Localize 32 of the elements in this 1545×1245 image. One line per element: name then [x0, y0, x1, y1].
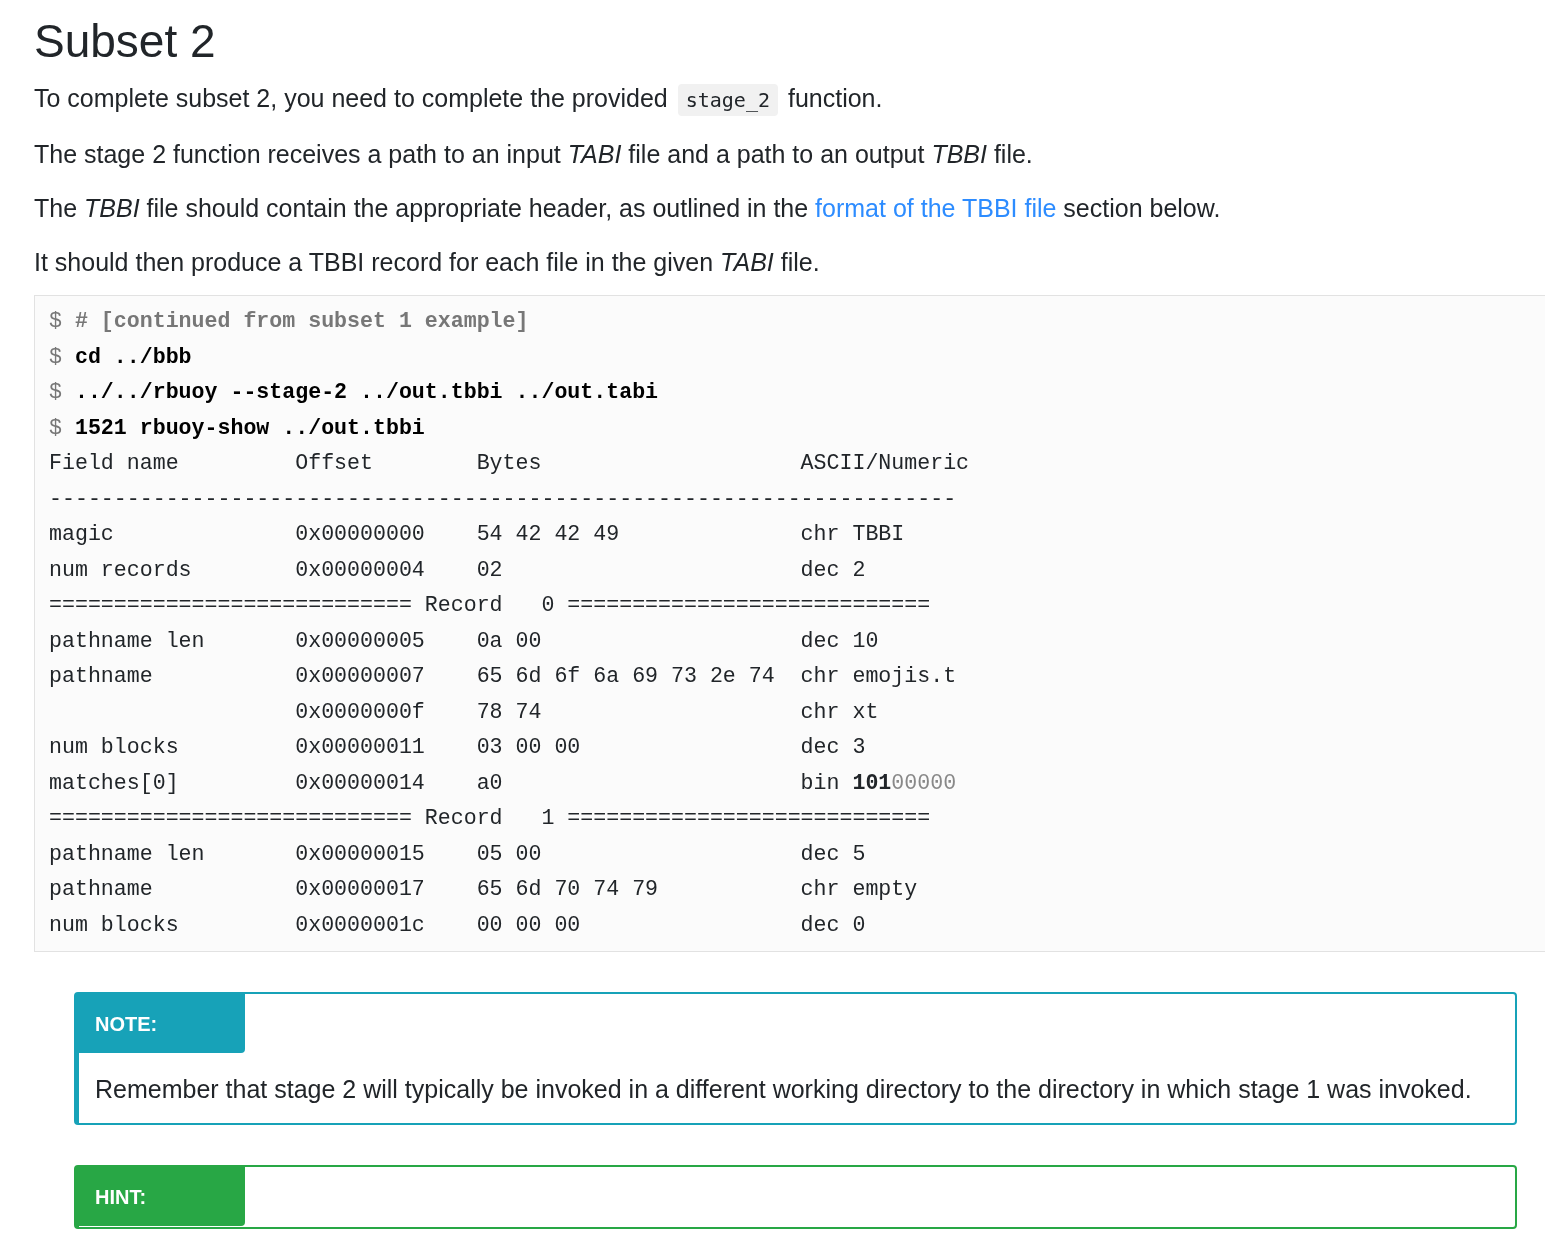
- paragraph: The TBBI file should contain the appropriate header, as outlined in the format of the TBBI file section below.: [34, 193, 1222, 225]
- output-line: num records 0x00000004 02 dec 2: [49, 556, 867, 584]
- output-line: ============================ Record 1 ============================: [49, 805, 932, 833]
- inline-code: stage_2: [677, 84, 778, 117]
- paragraph: To complete subset 2, you need to complete the provided stage_2 function.: [34, 81, 1545, 118]
- output-line: Field name Offset Bytes ASCII/Numeric: [49, 450, 971, 478]
- paragraph: The stage 2 function receives a path to an input TABI file and a path to an output TBBI file.: [34, 139, 1034, 171]
- output-line: pathname 0x00000007 65 6d 6f 6a 69 73 2e 74 chr emojis.t: [49, 663, 958, 691]
- output-line: num blocks 0x0000001c 00 00 00 dec 0: [49, 911, 867, 939]
- code-comment: # [continued from subset 1 example]: [74, 309, 529, 334]
- prompt-symbol: $: [49, 309, 62, 334]
- section-link[interactable]: format of the TBBI file: [815, 194, 1057, 223]
- paragraph: It should then produce a TBBI record for each file in the given TABI file.: [34, 247, 821, 279]
- prompt-symbol: $: [49, 415, 62, 440]
- output-line: ============================ Record 0 ============================: [49, 592, 932, 620]
- prompt-symbol: $: [49, 380, 62, 405]
- shell-command: 1521 rbuoy-show ../out.tbbi: [74, 415, 425, 440]
- shell-command: ../../rbuoy --stage-2 ../out.tbbi ../out.tabi: [74, 380, 659, 405]
- shell-command: cd ../bbb: [74, 344, 192, 369]
- output-line: 0x0000000f 78 74 chr xt: [294, 698, 880, 726]
- section-heading: Subset 2: [34, 14, 217, 69]
- callout-text: Remember that stage 2 will typically be invoked in a different working directory to the directory in which stage 1 was invoked.: [94, 1074, 1473, 1106]
- callout-label: NOTE:: [79, 994, 245, 1054]
- output-line: num blocks 0x00000011 03 00 00 dec 3: [49, 734, 867, 762]
- output-line: magic 0x00000000 54 42 42 49 chr TBBI: [49, 521, 906, 549]
- callout-label: HINT:: [79, 1167, 245, 1227]
- output-line: matches[0] 0x00000014 a0 bin 10100000: [49, 769, 958, 797]
- output-line: pathname 0x00000017 65 6d 70 74 79 chr empty: [49, 876, 919, 904]
- output-line: ----------------------------------------------------------------------: [49, 485, 958, 513]
- output-line: pathname len 0x00000015 05 00 dec 5: [49, 840, 867, 868]
- output-line: pathname len 0x00000005 0a 00 dec 10: [49, 627, 880, 655]
- prompt-symbol: $: [49, 344, 62, 369]
